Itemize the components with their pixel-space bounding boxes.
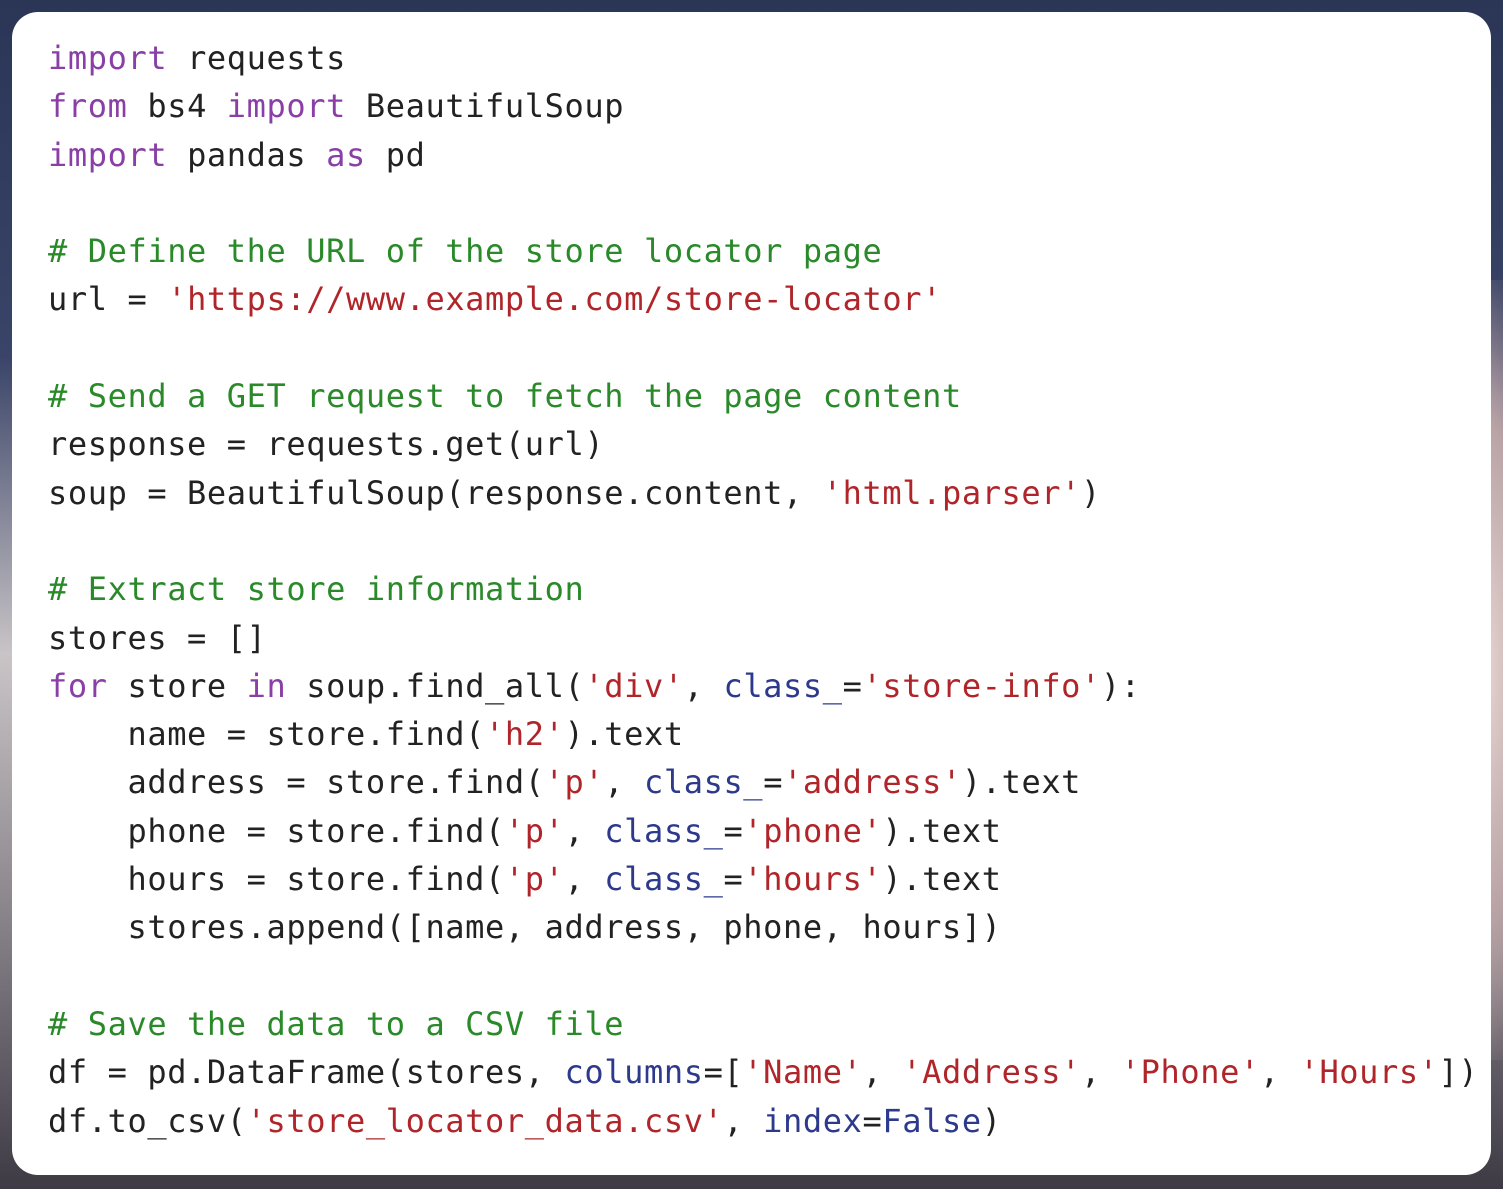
code-text: ])	[1438, 1053, 1479, 1092]
code-line: soup = BeautifulSoup(response.content, '…	[48, 469, 1478, 517]
code-string: 'Address'	[902, 1053, 1082, 1092]
code-line: hours = store.find('p', class_='hours').…	[48, 855, 1478, 903]
code-parameter: columns	[564, 1053, 704, 1092]
code-text: BeautifulSoup	[346, 87, 625, 126]
code-line: name = store.find('h2').text	[48, 710, 1478, 758]
code-line: url = 'https://www.example.com/store-loc…	[48, 275, 1478, 323]
code-line: # Extract store information	[48, 565, 1478, 613]
code-text: ,	[564, 860, 605, 899]
code-keyword: from	[48, 87, 128, 126]
code-text: url =	[48, 280, 168, 319]
code-parameter: class_	[604, 860, 724, 899]
code-text: =	[723, 860, 744, 899]
code-text: =	[763, 763, 784, 802]
code-keyword: import	[48, 135, 168, 174]
code-text: ,	[564, 811, 605, 850]
code-line: # Define the URL of the store locator pa…	[48, 227, 1478, 275]
code-line: ​	[48, 952, 1478, 1000]
code-text: ,	[1081, 1053, 1121, 1092]
code-comment: # Extract store information	[48, 570, 585, 609]
code-line: ​	[48, 324, 1478, 372]
code-string: 'html.parser'	[822, 473, 1082, 512]
code-string: 'store_locator_data.csv'	[246, 1101, 724, 1140]
code-string: 'p'	[504, 811, 565, 850]
code-keyword: in	[246, 666, 287, 705]
code-comment: # Send a GET request to fetch the page c…	[48, 377, 962, 416]
code-text: bs4	[127, 87, 227, 126]
code-text: )	[981, 1101, 1002, 1140]
code-string: 'phone'	[743, 811, 883, 850]
code-text: =	[842, 666, 863, 705]
code-text: df = pd.DataFrame(stores,	[48, 1053, 565, 1092]
code-line: df = pd.DataFrame(stores, columns=['Name…	[48, 1048, 1478, 1096]
code-line: import requests	[48, 34, 1478, 82]
code-text: ,	[1259, 1053, 1300, 1092]
code-builtin: False	[882, 1101, 982, 1140]
code-string: 'p'	[504, 860, 565, 899]
code-text: )	[1081, 473, 1101, 512]
code-text: pandas	[167, 135, 327, 174]
code-string: 'p'	[544, 763, 605, 802]
code-keyword: import	[48, 39, 168, 77]
code-line: # Save the data to a CSV file	[48, 1000, 1478, 1048]
code-text: ).text	[882, 811, 1002, 850]
code-text: ).text	[564, 715, 684, 754]
code-line: phone = store.find('p', class_='phone').…	[48, 807, 1478, 855]
code-text: ,	[723, 1101, 764, 1140]
code-text: ).text	[961, 763, 1082, 802]
code-keyword: as	[326, 135, 366, 174]
code-text: ).text	[882, 860, 1002, 899]
code-keyword: for	[48, 666, 108, 705]
code-block[interactable]: import requests from bs4 import Beautiful…	[48, 34, 1478, 1145]
code-line: from bs4 import BeautifulSoup	[48, 82, 1478, 130]
code-parameter: class_	[604, 811, 724, 850]
code-line: stores.append([name, address, phone, hou…	[48, 903, 1478, 951]
code-text: ):	[1100, 666, 1141, 705]
code-keyword: import	[226, 87, 346, 126]
code-text: pd	[365, 135, 426, 174]
code-line: for store in soup.find_all('div', class_…	[48, 662, 1478, 710]
code-string: 'Name'	[743, 1053, 863, 1092]
code-string: 'address'	[783, 763, 962, 802]
code-text: soup = BeautifulSoup(response.content,	[48, 473, 823, 512]
code-parameter: class_	[723, 666, 843, 705]
code-string: 'div'	[584, 666, 684, 705]
code-text: name = store.find(	[48, 715, 486, 754]
code-text: requests	[167, 39, 346, 77]
code-text: ,	[683, 666, 724, 705]
code-string: 'Phone'	[1120, 1053, 1260, 1092]
code-text: =	[723, 811, 744, 850]
code-string: 'https://www.example.com/store-locator'	[167, 280, 942, 319]
code-text: ,	[862, 1053, 903, 1092]
code-text: soup.find_all(	[286, 666, 585, 705]
code-text: address = store.find(	[48, 763, 545, 802]
code-string: 'h2'	[485, 715, 565, 754]
code-line: address = store.find('p', class_='addres…	[48, 758, 1478, 806]
code-text: response = requests.get(url)	[48, 425, 605, 464]
code-line: stores = []	[48, 614, 1478, 662]
code-text: stores.append([name, address, phone, hou…	[48, 908, 1002, 947]
code-line: import pandas as pd	[48, 131, 1478, 179]
code-text: store	[107, 666, 247, 705]
code-line: ​	[48, 179, 1478, 227]
code-text: phone = store.find(	[48, 811, 505, 850]
code-comment: # Define the URL of the store locator pa…	[48, 232, 883, 271]
code-comment: # Save the data to a CSV file	[48, 1004, 625, 1043]
code-text: =[	[703, 1053, 744, 1092]
code-card: import requests from bs4 import Beautiful…	[12, 12, 1491, 1175]
code-text: df.to_csv(	[48, 1101, 247, 1140]
code-text: hours = store.find(	[48, 860, 505, 899]
code-line: # Send a GET request to fetch the page c…	[48, 372, 1478, 420]
code-parameter: index	[763, 1101, 863, 1140]
code-line: df.to_csv('store_locator_data.csv', inde…	[48, 1097, 1478, 1145]
code-line: response = requests.get(url)	[48, 420, 1478, 468]
code-text: stores = []	[48, 618, 267, 657]
code-parameter: class_	[643, 763, 764, 802]
code-string: 'Hours'	[1299, 1053, 1439, 1092]
code-line: ​	[48, 517, 1478, 565]
code-text: =	[862, 1101, 883, 1140]
code-string: 'store-info'	[862, 666, 1101, 705]
code-text: ,	[604, 763, 644, 802]
code-string: 'hours'	[743, 860, 883, 899]
